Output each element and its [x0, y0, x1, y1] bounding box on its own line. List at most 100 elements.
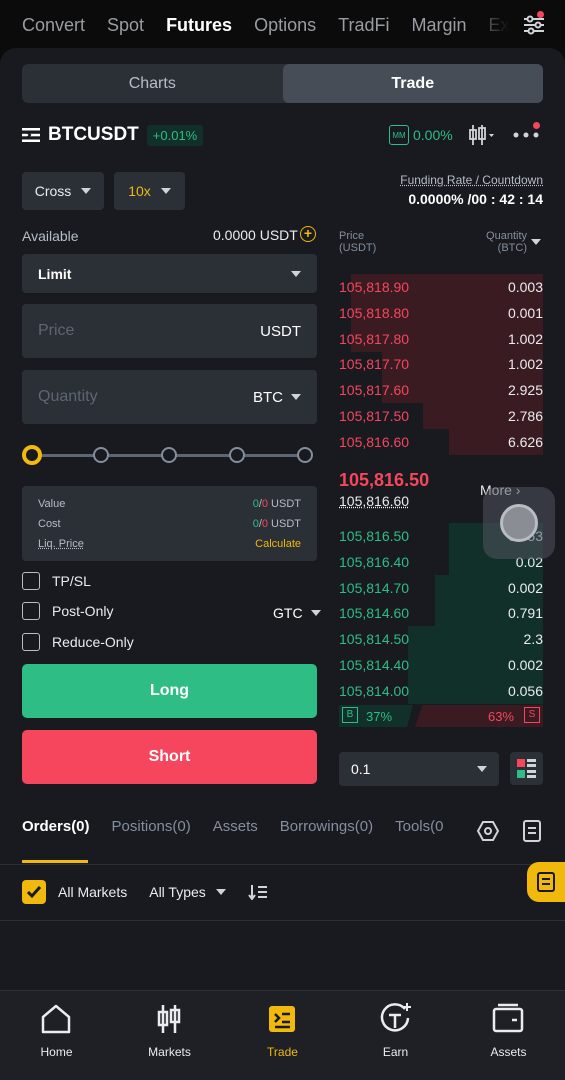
- ask-row[interactable]: 105,818.80 0.001: [339, 300, 543, 326]
- bid-price: 105,814.60: [339, 605, 409, 621]
- bid-price: 105,814.70: [339, 580, 409, 596]
- chevron-down-icon: [291, 271, 301, 277]
- margin-mode-label: Cross: [35, 183, 72, 199]
- tab-positions[interactable]: Positions(0): [112, 818, 191, 835]
- chevron-down-icon: [311, 610, 321, 616]
- all-markets-label: All Markets: [58, 884, 127, 900]
- bid-price: 105,814.40: [339, 657, 409, 673]
- order-type-select[interactable]: Limit: [22, 254, 317, 293]
- notification-dot: [537, 11, 544, 18]
- bid-price: 105,816.50: [339, 528, 409, 544]
- floating-note-button[interactable]: [527, 862, 565, 902]
- slider-step-75[interactable]: [229, 447, 245, 463]
- slider-step-50[interactable]: [161, 447, 177, 463]
- funding-rate-label[interactable]: Funding Rate / Countdown: [400, 173, 543, 187]
- tab-orders[interactable]: Orders(0): [22, 818, 90, 835]
- ask-row[interactable]: 105,817.60 2.925: [339, 377, 543, 403]
- ask-row[interactable]: 105,817.70 1.002: [339, 351, 543, 377]
- amount-slider[interactable]: [22, 444, 317, 466]
- short-button[interactable]: Short: [22, 730, 317, 784]
- bottom-nav-markets[interactable]: Markets: [113, 991, 226, 1071]
- chevron-down-icon: [477, 766, 487, 772]
- reduce-only-checkbox[interactable]: Reduce-Only: [22, 633, 134, 651]
- all-markets-checkbox[interactable]: [22, 880, 46, 904]
- bid-row[interactable]: 105,814.40 0.002: [339, 652, 543, 678]
- sell-badge: S: [524, 707, 540, 723]
- nav-spot[interactable]: Spot: [107, 15, 144, 36]
- cost-amount: 0/0 USDT: [253, 518, 301, 530]
- quantity-unit-select[interactable]: BTC: [253, 389, 301, 406]
- sort-icon[interactable]: [248, 884, 268, 900]
- post-only-label: Post-Only: [52, 603, 113, 619]
- nav-convert[interactable]: Convert: [22, 15, 85, 36]
- symbol-header[interactable]: BTCUSDT +0.01%: [22, 124, 203, 146]
- order-info-box: Value 0/0 USDT Cost 0/0 USDT Liq. Price …: [22, 486, 317, 561]
- bid-row[interactable]: 105,814.70 0.002: [339, 575, 543, 601]
- checkmark-icon: [26, 885, 42, 899]
- trade-icon: [264, 1001, 300, 1037]
- bottom-nav-home[interactable]: Home: [0, 991, 113, 1071]
- bid-row[interactable]: 105,814.50 2.3: [339, 626, 543, 652]
- margin-ratio[interactable]: MM 0.00%: [389, 125, 453, 145]
- ask-quantity: 2.925: [508, 382, 543, 398]
- bid-quantity: 0.056: [508, 683, 543, 699]
- tpsl-checkbox[interactable]: TP/SL: [22, 572, 91, 590]
- buy-badge: B: [342, 707, 358, 723]
- slider-step-25[interactable]: [93, 447, 109, 463]
- ask-row[interactable]: 105,816.60 6.626: [339, 429, 543, 455]
- divider: [0, 920, 565, 921]
- bottom-nav-assets[interactable]: Assets: [452, 991, 565, 1071]
- settings-hex-icon[interactable]: [477, 820, 499, 842]
- precision-select[interactable]: 0.1: [339, 752, 499, 786]
- available-label: Available: [22, 228, 79, 244]
- post-only-checkbox[interactable]: Post-Only: [22, 602, 113, 620]
- nav-options[interactable]: Options: [254, 15, 316, 36]
- tab-assets[interactable]: Assets: [213, 818, 258, 835]
- time-in-force-select[interactable]: GTC: [273, 605, 321, 621]
- order-history-icon[interactable]: [522, 820, 542, 842]
- price-unit: USDT: [260, 323, 301, 340]
- price-column-header: Price (USDT): [339, 230, 376, 254]
- ask-row[interactable]: 105,817.80 1.002: [339, 326, 543, 352]
- orderbook-layout-button[interactable]: [510, 752, 543, 785]
- slider-step-100[interactable]: [297, 447, 313, 463]
- bottom-nav-earn[interactable]: Earn: [339, 991, 452, 1071]
- margin-mode-select[interactable]: Cross: [22, 172, 104, 210]
- bid-row[interactable]: 105,814.60 0.791: [339, 600, 543, 626]
- candlestick-icon[interactable]: [468, 123, 494, 147]
- all-types-select[interactable]: All Types: [149, 884, 226, 900]
- nav-margin[interactable]: Margin: [411, 15, 466, 36]
- tab-charts[interactable]: Charts: [22, 64, 283, 103]
- calculate-link[interactable]: Calculate: [255, 538, 301, 550]
- price-input[interactable]: Price USDT: [22, 304, 317, 358]
- liq-price-label[interactable]: Liq. Price: [38, 538, 84, 550]
- transfer-plus-icon[interactable]: +: [300, 226, 316, 242]
- ask-row[interactable]: 105,818.90 0.003: [339, 274, 543, 300]
- tab-borrowings[interactable]: Borrowings(0): [280, 818, 373, 835]
- bottom-nav-trade[interactable]: Trade: [226, 991, 339, 1071]
- checkbox[interactable]: [22, 633, 40, 651]
- long-button[interactable]: Long: [22, 664, 317, 718]
- quantity-input[interactable]: Quantity BTC: [22, 370, 317, 424]
- leverage-select[interactable]: 10x: [114, 172, 185, 210]
- floating-assistive-button[interactable]: [483, 487, 555, 559]
- bottom-nav: Home Markets Trade Earn Assets: [0, 990, 565, 1080]
- quantity-unit: BTC: [253, 389, 283, 406]
- orderbook-layout-icon: [510, 752, 543, 785]
- more-dots-icon[interactable]: [512, 128, 540, 140]
- nav-futures[interactable]: Futures: [166, 15, 232, 36]
- bid-row[interactable]: 105,814.00 0.056: [339, 678, 543, 704]
- chevron-down-icon: [216, 889, 226, 895]
- checkbox[interactable]: [22, 602, 40, 620]
- slider-handle[interactable]: [22, 445, 42, 465]
- quantity-column-header[interactable]: Quantity (BTC): [486, 230, 527, 254]
- cost-label: Cost: [38, 518, 61, 530]
- last-price-block[interactable]: 105,816.50 105,816.60: [339, 470, 429, 509]
- ask-row[interactable]: 105,817.50 2.786: [339, 403, 543, 429]
- checkbox[interactable]: [22, 572, 40, 590]
- price-placeholder: Price: [38, 322, 74, 340]
- nav-tradfi[interactable]: TradFi: [338, 15, 389, 36]
- sell-percent: 63%: [488, 709, 514, 724]
- tab-trade[interactable]: Trade: [283, 64, 544, 103]
- tab-tools[interactable]: Tools(0: [395, 818, 443, 835]
